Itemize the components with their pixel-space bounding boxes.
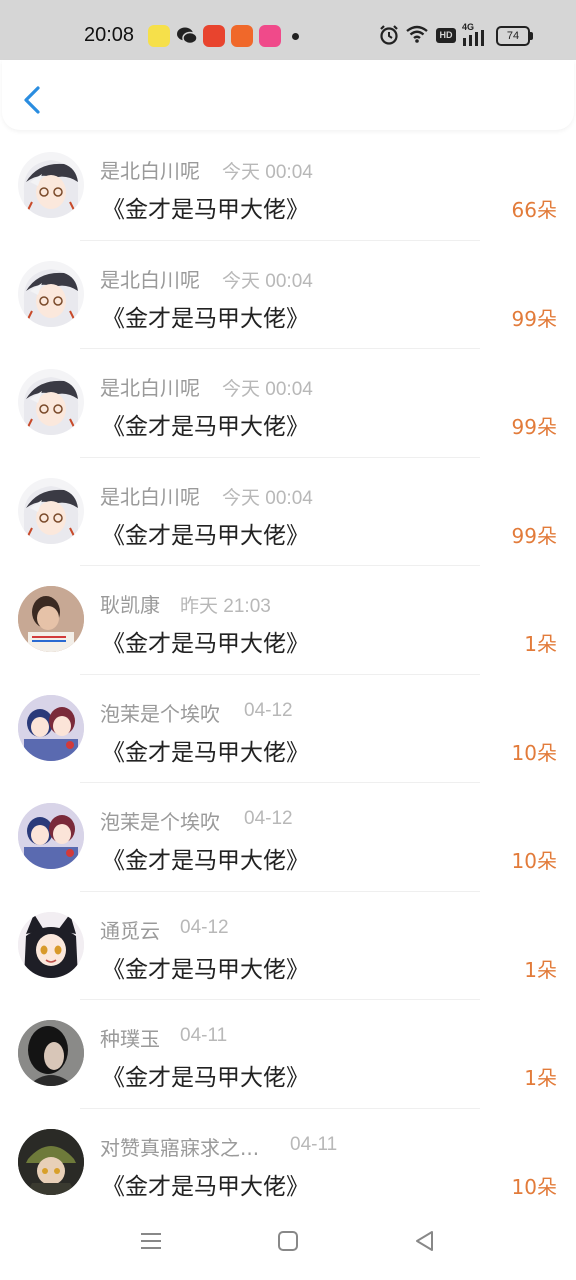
- menu-button[interactable]: [136, 1226, 166, 1256]
- user-name[interactable]: 种璞玉: [100, 1023, 160, 1052]
- avatar[interactable]: [18, 586, 84, 652]
- app-notification-icon: [148, 25, 170, 47]
- work-title[interactable]: 《金才是马甲大佬》: [102, 299, 309, 333]
- gift-record-list: 是北白川呢 今天 00:04 《金才是马甲大佬》 66朵 是北白川呢 今天 00:04 《金…: [0, 132, 576, 1217]
- gift-amount: 1朵: [524, 1066, 557, 1090]
- status-bar: 20:08 HD 4G 74: [0, 0, 576, 60]
- timestamp: 今天 00:04: [222, 270, 313, 292]
- list-item[interactable]: 泡茉是个埃吹 04-12 《金才是马甲大佬》 10朵: [0, 675, 576, 783]
- home-button[interactable]: [273, 1226, 303, 1256]
- avatar[interactable]: [18, 803, 84, 869]
- gift-amount: 99朵: [511, 415, 557, 439]
- list-item[interactable]: 泡茉是个埃吹 04-12 《金才是马甲大佬》 10朵: [0, 783, 576, 892]
- avatar[interactable]: [18, 1128, 84, 1195]
- user-name[interactable]: 是北白川呢: [100, 264, 200, 293]
- system-navigation-bar: [0, 1206, 576, 1280]
- list-item[interactable]: 是北白川呢 今天 00:04 《金才是马甲大佬》 99朵: [0, 458, 576, 566]
- timestamp: 04-12: [180, 916, 229, 938]
- triangle-back-icon: [416, 1231, 433, 1251]
- system-back-button[interactable]: [410, 1226, 440, 1256]
- wifi-icon: [406, 25, 428, 43]
- avatar[interactable]: [18, 260, 84, 327]
- user-name[interactable]: 是北白川呢: [100, 372, 200, 401]
- work-title[interactable]: 《金才是马甲大佬》: [102, 407, 309, 441]
- chevron-left-icon: [24, 86, 40, 114]
- list-item[interactable]: 是北白川呢 今天 00:04 《金才是马甲大佬》 99朵: [0, 349, 576, 458]
- header-bar: [2, 60, 574, 130]
- battery-indicator: 74: [496, 26, 533, 46]
- timestamp: 04-12: [244, 808, 293, 829]
- user-name[interactable]: 耿凯康: [100, 589, 160, 618]
- gift-amount: 10朵: [511, 849, 557, 873]
- taobao-icon: [231, 25, 253, 47]
- work-title[interactable]: 《金才是马甲大佬》: [102, 841, 309, 875]
- avatar[interactable]: [18, 152, 84, 218]
- timestamp: 今天 00:04: [222, 487, 313, 509]
- avatar[interactable]: [18, 369, 84, 435]
- list-item[interactable]: 是北白川呢 今天 00:04 《金才是马甲大佬》 66朵: [0, 132, 576, 241]
- gift-amount: 66朵: [511, 198, 557, 222]
- menu-icon: [141, 1233, 161, 1249]
- list-item[interactable]: 是北白川呢 今天 00:04 《金才是马甲大佬》 99朵: [0, 241, 576, 349]
- work-title[interactable]: 《金才是马甲大佬》: [102, 950, 309, 984]
- user-name[interactable]: 是北白川呢: [100, 481, 200, 510]
- app-pink-icon: [259, 25, 281, 47]
- list-item[interactable]: 对赞真寤寐求之... 04-11 《金才是马甲大佬》 10朵: [0, 1109, 576, 1217]
- user-name[interactable]: 对赞真寤寐求之...: [100, 1132, 259, 1161]
- work-title[interactable]: 《金才是马甲大佬》: [102, 624, 309, 658]
- gift-amount: 10朵: [511, 740, 557, 765]
- gift-amount: 1朵: [524, 632, 557, 656]
- gift-amount: 99朵: [511, 523, 557, 548]
- timestamp: 04-11: [180, 1025, 228, 1046]
- list-item[interactable]: 种璞玉 04-11 《金才是马甲大佬》 1朵: [0, 1000, 576, 1109]
- user-name[interactable]: 泡茉是个埃吹: [100, 698, 220, 727]
- user-name[interactable]: 泡茉是个埃吹: [100, 806, 220, 835]
- back-button[interactable]: [16, 80, 50, 120]
- work-title[interactable]: 《金才是马甲大佬》: [102, 733, 309, 767]
- work-title[interactable]: 《金才是马甲大佬》: [102, 516, 309, 550]
- list-item[interactable]: 通觅云 04-12 《金才是马甲大佬》 1朵: [0, 892, 576, 1000]
- work-title[interactable]: 《金才是马甲大佬》: [102, 1058, 309, 1092]
- avatar[interactable]: [18, 1020, 84, 1086]
- timestamp: 04-12: [244, 699, 293, 721]
- signal-icon: [463, 30, 484, 46]
- user-name[interactable]: 是北白川呢: [100, 155, 200, 184]
- gift-amount: 99朵: [511, 306, 557, 331]
- hd-badge: HD: [436, 28, 456, 43]
- timestamp: 04-11: [290, 1133, 338, 1155]
- gift-amount: 1朵: [524, 957, 557, 982]
- status-time: 20:08: [84, 24, 135, 46]
- work-title[interactable]: 《金才是马甲大佬》: [102, 190, 309, 224]
- user-name[interactable]: 通觅云: [100, 915, 160, 944]
- timestamp: 今天 00:04: [222, 162, 313, 183]
- alarm-icon: [380, 25, 398, 45]
- more-notifications-icon: [292, 33, 299, 40]
- wechat-icon: [176, 25, 198, 47]
- pinduoduo-icon: [203, 25, 225, 47]
- timestamp: 昨天 21:03: [180, 596, 271, 617]
- timestamp: 今天 00:04: [222, 379, 313, 400]
- work-title[interactable]: 《金才是马甲大佬》: [102, 1167, 309, 1201]
- list-item[interactable]: 耿凯康 昨天 21:03 《金才是马甲大佬》 1朵: [0, 566, 576, 675]
- avatar[interactable]: [18, 911, 84, 978]
- square-home-icon: [278, 1231, 298, 1251]
- gift-amount: 10朵: [511, 1174, 557, 1199]
- avatar[interactable]: [18, 477, 84, 544]
- avatar[interactable]: [18, 694, 84, 761]
